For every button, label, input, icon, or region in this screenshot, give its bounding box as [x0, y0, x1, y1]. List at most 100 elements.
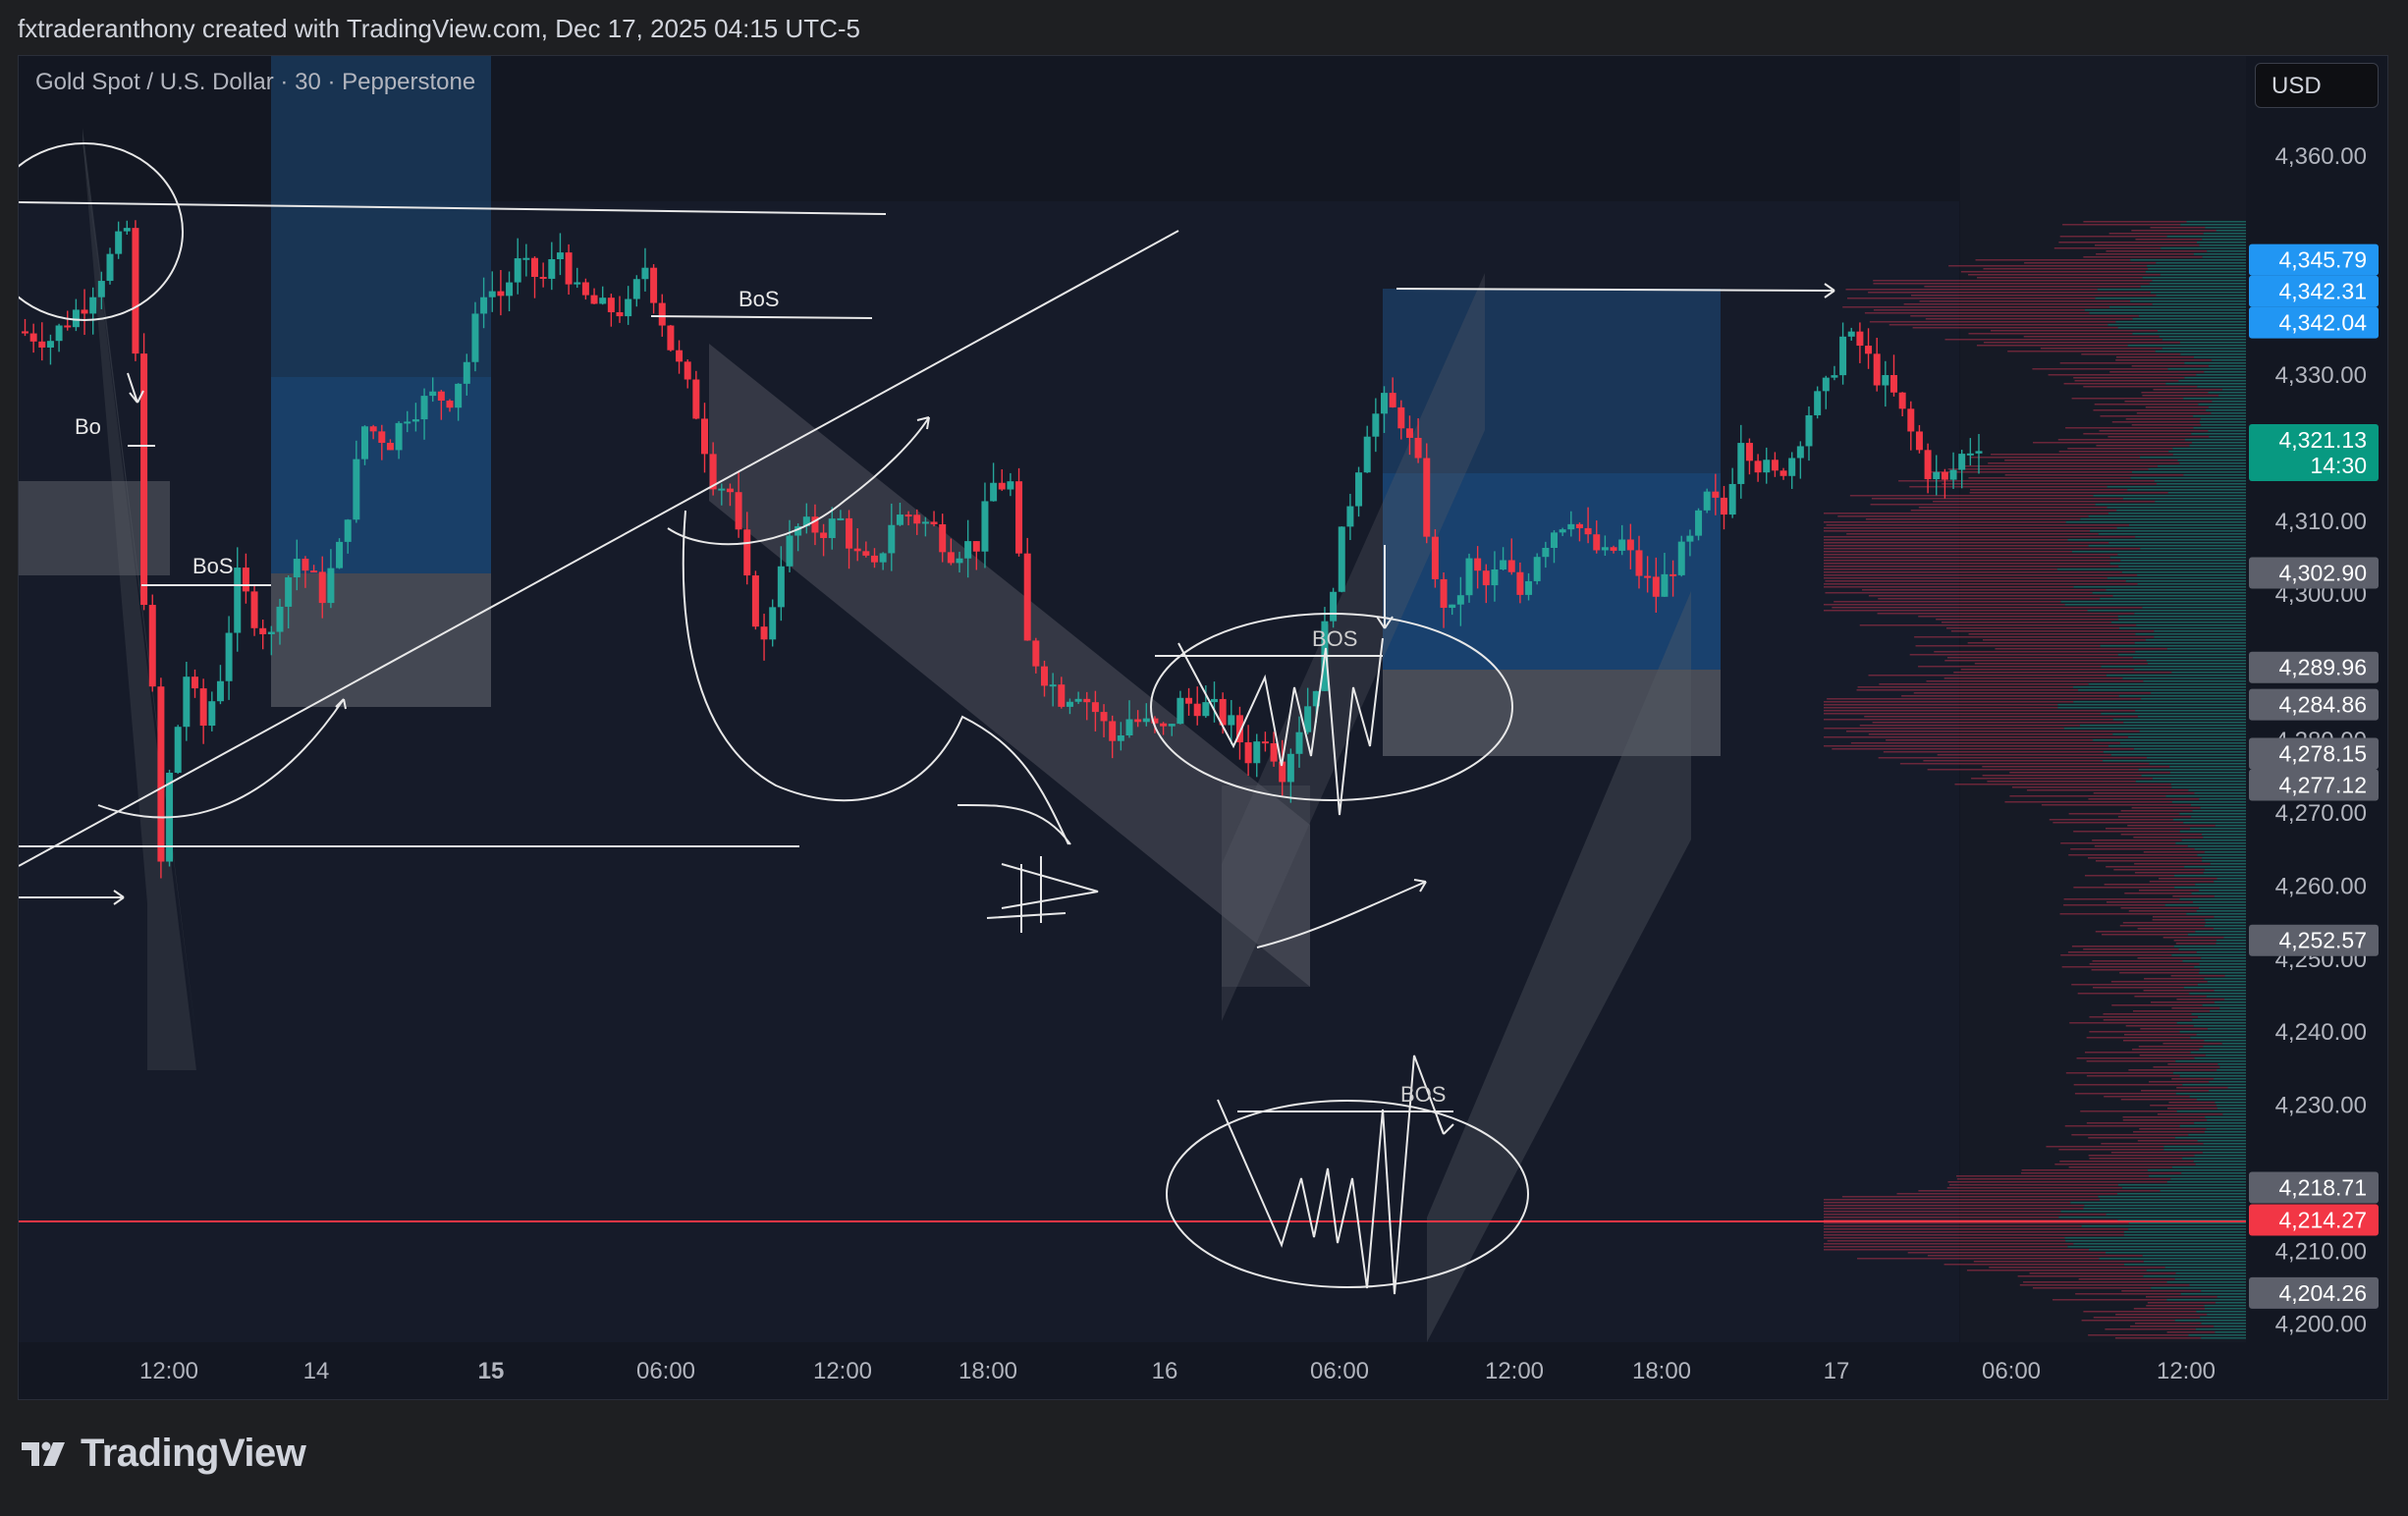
- volume-bar-down: [1824, 545, 2089, 547]
- volume-bar-down: [1943, 677, 2123, 679]
- volume-bar-up: [2136, 624, 2246, 626]
- volume-bar-up: [2123, 1231, 2246, 1233]
- volume-bar-up: [2197, 984, 2246, 986]
- volume-bar-up: [2197, 386, 2246, 388]
- volume-bar-down: [1915, 645, 2101, 647]
- volume-bar-down: [1824, 521, 2066, 523]
- volume-bar-up: [2203, 233, 2246, 235]
- symbol-title[interactable]: Gold Spot / U.S. Dollar · 30 · Peppersto…: [35, 69, 475, 96]
- price-tag-value: 4,342.04: [2278, 310, 2367, 336]
- volume-bar-down: [2170, 975, 2225, 977]
- volume-bar-up: [2131, 471, 2246, 473]
- volume-bar-down: [2139, 1128, 2207, 1130]
- volume-bar-down: [1824, 1199, 2100, 1201]
- volume-bar-down: [2048, 374, 2197, 376]
- volume-bar-up: [2174, 1137, 2246, 1139]
- volume-bar-down: [2100, 415, 2194, 417]
- volume-bar-up: [2179, 1125, 2246, 1127]
- price-tag: 4,342.04: [2249, 306, 2379, 339]
- volume-bar-down: [2120, 834, 2202, 836]
- volume-bar-up: [2193, 415, 2246, 417]
- volume-bar-up: [2184, 377, 2246, 379]
- candle: [132, 220, 139, 361]
- volume-bar-up: [2071, 551, 2246, 553]
- volume-bar-up: [2057, 707, 2246, 709]
- volume-bar-down: [2068, 1166, 2172, 1168]
- volume-bar-down: [1827, 698, 2142, 700]
- volume-bar-up: [2202, 857, 2246, 859]
- volume-bar-down: [2089, 963, 2200, 965]
- volume-bar-up: [2219, 1066, 2246, 1068]
- volume-bar-down: [2127, 825, 2216, 827]
- volume-bar-up: [2134, 613, 2246, 615]
- volume-bar-up: [2134, 642, 2246, 644]
- volume-bar-up: [2196, 374, 2246, 376]
- price-tag-value: 4,302.90: [2278, 561, 2367, 586]
- volume-bar-down: [1977, 277, 2143, 279]
- volume-bar-up: [2199, 890, 2246, 892]
- volume-bar-up: [2099, 1199, 2246, 1201]
- volume-bar-down: [2139, 1055, 2206, 1056]
- volume-bar-up: [2107, 745, 2246, 747]
- volume-bar-up: [2063, 728, 2246, 730]
- volume-bar-up: [2193, 1161, 2246, 1163]
- price-tag: 4,278.15: [2249, 737, 2379, 770]
- volume-bar-down: [2149, 1081, 2210, 1083]
- volume-bar-down: [2134, 1323, 2202, 1325]
- volume-bar-down: [1824, 513, 2108, 514]
- volume-bar-up: [2200, 1317, 2246, 1319]
- volume-bar-up: [2188, 1334, 2246, 1336]
- volume-bar-up: [2169, 766, 2246, 768]
- volume-bar-down: [1918, 666, 2102, 668]
- volume-bar-up: [2103, 751, 2246, 753]
- volume-bar-down: [1869, 321, 2116, 323]
- time-scale[interactable]: 12:00 14 15 06:00 12:00 18:00 16 06:00 12:00 18:0…: [139, 1358, 2216, 1384]
- volume-bar-down: [2086, 1075, 2180, 1077]
- tradingview-logo[interactable]: TradingView: [22, 1432, 306, 1476]
- volume-bar-down: [2024, 262, 2157, 264]
- volume-bar-down: [2175, 943, 2216, 945]
- volume-bar-down: [2068, 813, 2180, 815]
- price-tag-value: 4,321.13: [2278, 427, 2367, 453]
- volume-bar-up: [2214, 916, 2246, 918]
- volume-bar-up: [2166, 1299, 2246, 1301]
- volume-bar-up: [2190, 1052, 2246, 1054]
- volume-bar-down: [2078, 1278, 2175, 1280]
- volume-bar-up: [2121, 1187, 2246, 1189]
- volume-bar-up: [2111, 622, 2246, 623]
- volume-bar-up: [2192, 810, 2246, 812]
- volume-bar-up: [2205, 919, 2246, 921]
- volume-bar-down: [2089, 1016, 2198, 1018]
- volume-bar-up: [2135, 710, 2246, 712]
- volume-bar-up: [2123, 722, 2246, 724]
- volume-bar-up: [2195, 931, 2246, 933]
- volume-bar-up: [2070, 1202, 2246, 1204]
- volume-bar-down: [1896, 1193, 2117, 1195]
- volume-bar-down: [2070, 848, 2195, 850]
- volume-bar-down: [1824, 710, 2136, 712]
- volume-bar-up: [2192, 901, 2246, 903]
- volume-bar-up: [2103, 760, 2246, 762]
- x-tick-label: 12:00: [139, 1358, 198, 1384]
- footer: [0, 1400, 2408, 1516]
- volume-bar-up: [2080, 518, 2246, 520]
- volume-bar-down: [1975, 259, 2131, 261]
- volume-bar-up: [2214, 1326, 2246, 1327]
- volume-bar-up: [2164, 1267, 2246, 1269]
- volume-bar-down: [1944, 339, 2162, 341]
- volume-bar-down: [2033, 442, 2192, 444]
- price-tag: 4,302.90: [2249, 557, 2379, 589]
- volume-bar-up: [2179, 831, 2246, 833]
- x-tick-label: 06:00: [1982, 1358, 2041, 1384]
- volume-bar-up: [2137, 716, 2246, 718]
- volume-bar-down: [2086, 1060, 2176, 1062]
- currency-button[interactable]: USD: [2255, 63, 2379, 108]
- volume-bar-down: [2017, 1275, 2144, 1277]
- chart-canvas[interactable]: Bo BoS BoS BOS BOS 4,360.00 4,330.00 4,310…: [0, 0, 2408, 1516]
- y-tick-label: 4,330.00: [2275, 362, 2367, 389]
- volume-bar-down: [2081, 1320, 2175, 1322]
- volume-bar-up: [2204, 851, 2246, 853]
- volume-bar-down: [2167, 1063, 2218, 1065]
- volume-bar-down: [1857, 686, 2073, 688]
- volume-bar-down: [2173, 940, 2216, 942]
